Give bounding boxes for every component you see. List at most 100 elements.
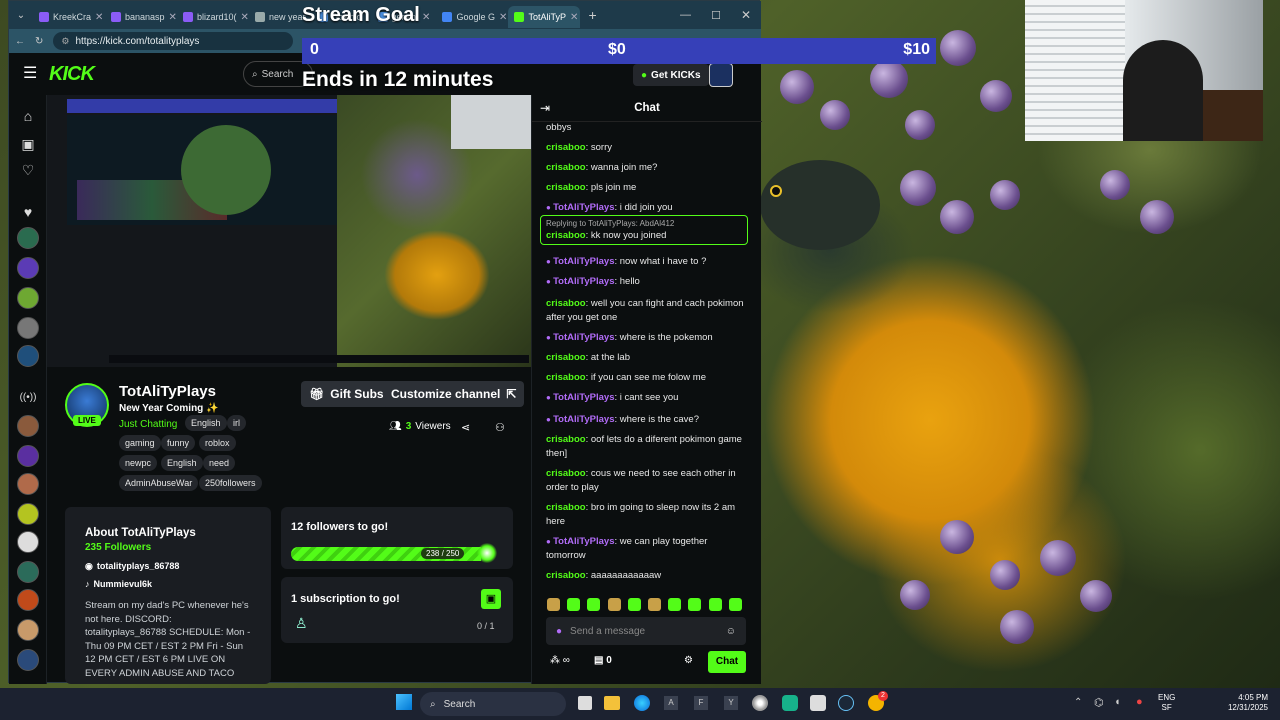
app-green-icon[interactable] [782, 695, 798, 711]
tag-chip[interactable]: roblox [199, 435, 236, 451]
send-chat-button[interactable]: Chat [708, 651, 746, 673]
chat-username[interactable]: TotAliTyPlays [553, 276, 614, 287]
recommended-channel-avatar[interactable] [17, 561, 39, 583]
followed-channel-avatar[interactable] [17, 257, 39, 279]
network-icon[interactable]: ⌬ [1094, 696, 1104, 709]
recommended-channel-avatar[interactable] [17, 531, 39, 553]
emoji-picker-icon[interactable]: ☺ [726, 626, 736, 637]
video-player[interactable] [47, 95, 531, 367]
tag-chip[interactable]: English [185, 415, 227, 431]
tab-menu-icon[interactable]: ⌄ [9, 10, 33, 21]
chat-settings-icon[interactable]: ⚙ [684, 655, 693, 666]
language-indicator[interactable]: ENG SF [1158, 693, 1175, 713]
chat-username[interactable]: crisaboo [546, 352, 586, 363]
chat-username[interactable]: crisaboo [546, 298, 586, 309]
followed-channel-avatar[interactable] [17, 287, 39, 309]
following-heart-icon[interactable]: ♡ [19, 161, 37, 179]
channel-name[interactable]: TotAliTyPlays [119, 383, 216, 400]
kick-logo[interactable]: KICK [49, 63, 95, 86]
gift-sub-icon[interactable]: ▣ [481, 589, 501, 609]
chat-username[interactable]: TotAliTyPlays [553, 256, 614, 267]
close-tab-icon[interactable]: ✕ [241, 12, 249, 23]
emote-icon[interactable] [627, 598, 641, 611]
chat-username[interactable]: crisaboo [546, 468, 586, 479]
close-tab-icon[interactable]: ✕ [169, 12, 177, 23]
mic-muted-icon[interactable]: ● [1136, 696, 1143, 708]
chat-username[interactable]: crisaboo [546, 142, 586, 153]
chat-username[interactable]: crisaboo [546, 162, 586, 173]
emote-icon[interactable] [688, 598, 702, 611]
clock[interactable]: 4:05 PM 12/31/2025 [1222, 693, 1268, 713]
app-f-icon[interactable]: F [694, 696, 708, 710]
infinity-points-icon[interactable]: ⁂ ∞ [550, 655, 570, 666]
reload-icon[interactable]: ↻ [35, 36, 43, 47]
chat-username[interactable]: crisaboo [546, 434, 586, 445]
emote-icon[interactable] [587, 598, 601, 611]
obs-icon[interactable] [752, 695, 768, 711]
emote-icon[interactable] [728, 598, 742, 611]
recommended-channel-avatar[interactable] [17, 649, 39, 671]
emote-icon[interactable] [607, 598, 621, 611]
emote-icon[interactable] [668, 598, 682, 611]
emote-icon[interactable] [648, 598, 661, 611]
recommended-channel-avatar[interactable] [17, 415, 39, 437]
taskbar-search[interactable]: ⌕ Search [420, 692, 566, 716]
close-tab-icon[interactable]: ✕ [95, 12, 103, 23]
url-field[interactable]: ⚙ https://kick.com/totalityplays [53, 32, 294, 50]
chat-username[interactable]: crisaboo [546, 230, 586, 241]
tag-chip[interactable]: 250followers [199, 475, 262, 491]
tab-1[interactable]: KreekCra ✕ [33, 6, 105, 28]
gift-subs-button[interactable]: 🎁︎ Gift Subs [301, 381, 392, 407]
share-icon[interactable]: ⋖ [461, 421, 470, 434]
chat-username[interactable]: crisaboo [546, 570, 586, 581]
tag-chip[interactable]: gaming [119, 435, 161, 451]
volume-icon[interactable]: ◖ [1114, 696, 1121, 708]
discord-link[interactable]: ◉ totalityplays_86788 [85, 561, 179, 572]
task-view-icon[interactable] [578, 696, 592, 710]
back-icon[interactable]: ← [15, 36, 25, 47]
tab-3[interactable]: blizard10(✕ [177, 6, 249, 28]
followed-channel-avatar[interactable] [17, 345, 39, 367]
recommended-channel-avatar[interactable] [17, 445, 39, 467]
chat-username[interactable]: crisaboo [546, 182, 586, 193]
chat-username[interactable]: TotAliTyPlays [553, 332, 614, 343]
tiktok-link[interactable]: ♪ Nummievul6k [85, 579, 152, 589]
tray-expand-icon[interactable]: ⌃ [1074, 697, 1082, 708]
recommended-channel-avatar[interactable] [17, 589, 39, 611]
tag-chip[interactable]: newpc [119, 455, 158, 471]
chat-username[interactable]: TotAliTyPlays [553, 414, 614, 425]
chat-username[interactable]: TotAliTyPlays [553, 202, 614, 213]
app-a-icon[interactable]: A [664, 696, 678, 710]
steam-icon[interactable] [838, 695, 854, 711]
edge-browser-icon[interactable] [634, 695, 650, 711]
recommended-channel-avatar[interactable] [17, 473, 39, 495]
hamburger-menu-icon[interactable]: ☰ [23, 63, 37, 83]
windows-start-icon[interactable] [396, 694, 412, 710]
tab-2[interactable]: bananasp ✕ [105, 6, 177, 28]
browse-icon[interactable]: ▣ [19, 135, 37, 153]
file-explorer-icon[interactable] [604, 696, 620, 710]
customize-channel-button[interactable]: Customize channel ⇱ [383, 381, 525, 407]
category-link[interactable]: Just Chatting [119, 419, 177, 430]
emote-icon[interactable] [567, 598, 581, 611]
recommended-channel-avatar[interactable] [17, 619, 39, 641]
follow-user-icon[interactable]: ⚇ [495, 421, 505, 434]
site-info-icon[interactable]: ⚙ [61, 36, 69, 47]
app-y-icon[interactable]: Y [724, 696, 738, 710]
tag-chip[interactable]: need [203, 455, 236, 471]
tag-chip[interactable]: irl [227, 415, 246, 431]
tag-chip[interactable]: funny [161, 435, 196, 451]
followed-channel-avatar[interactable] [17, 227, 39, 249]
emote-icon[interactable] [547, 598, 560, 611]
chat-input[interactable]: ● Send a message ☺ [546, 617, 746, 645]
kicks-balance[interactable]: ▤ 0 [594, 655, 612, 666]
chat-username[interactable]: crisaboo [546, 502, 586, 513]
chat-username[interactable]: TotAliTyPlays [553, 536, 614, 547]
followed-channel-avatar[interactable] [17, 317, 39, 339]
store-icon[interactable] [810, 695, 826, 711]
home-icon[interactable]: ⌂ [19, 107, 37, 125]
recommended-channel-avatar[interactable] [17, 503, 39, 525]
emote-icon[interactable] [708, 598, 722, 611]
chat-username[interactable]: TotAliTyPlays [553, 392, 614, 403]
tag-chip[interactable]: English [161, 455, 203, 471]
